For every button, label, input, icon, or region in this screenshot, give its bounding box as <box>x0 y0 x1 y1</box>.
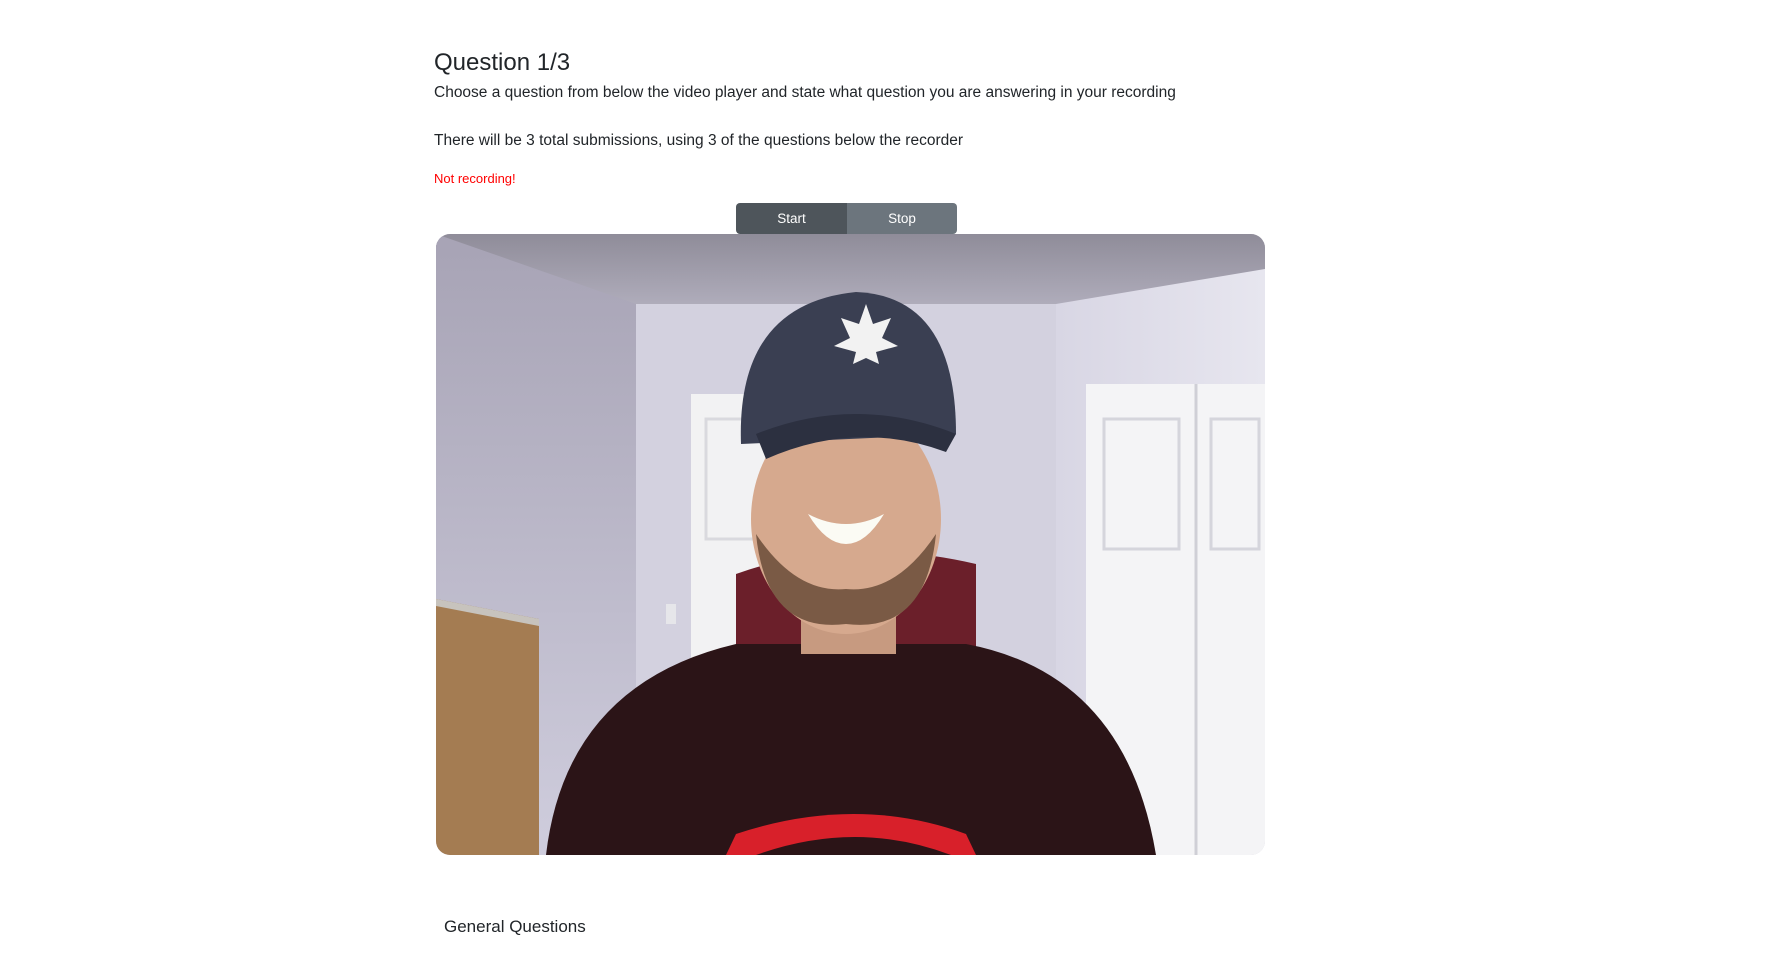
instructions-text: Choose a question from below the video p… <box>434 84 1176 101</box>
recording-status: Not recording! <box>434 171 516 186</box>
stop-recording-button[interactable]: Stop Recording <box>847 203 957 257</box>
questions-heading: General Questions <box>444 917 586 936</box>
recording-controls: Start Recording Stop Recording <box>736 203 957 257</box>
submissions-note: There will be 3 total submissions, using… <box>434 132 964 149</box>
start-recording-button[interactable]: Start Recording <box>736 203 847 257</box>
webcam-video-preview[interactable] <box>436 234 1265 855</box>
page-title: Question 1/3 <box>434 49 571 76</box>
webcam-frame-image <box>436 234 1265 855</box>
